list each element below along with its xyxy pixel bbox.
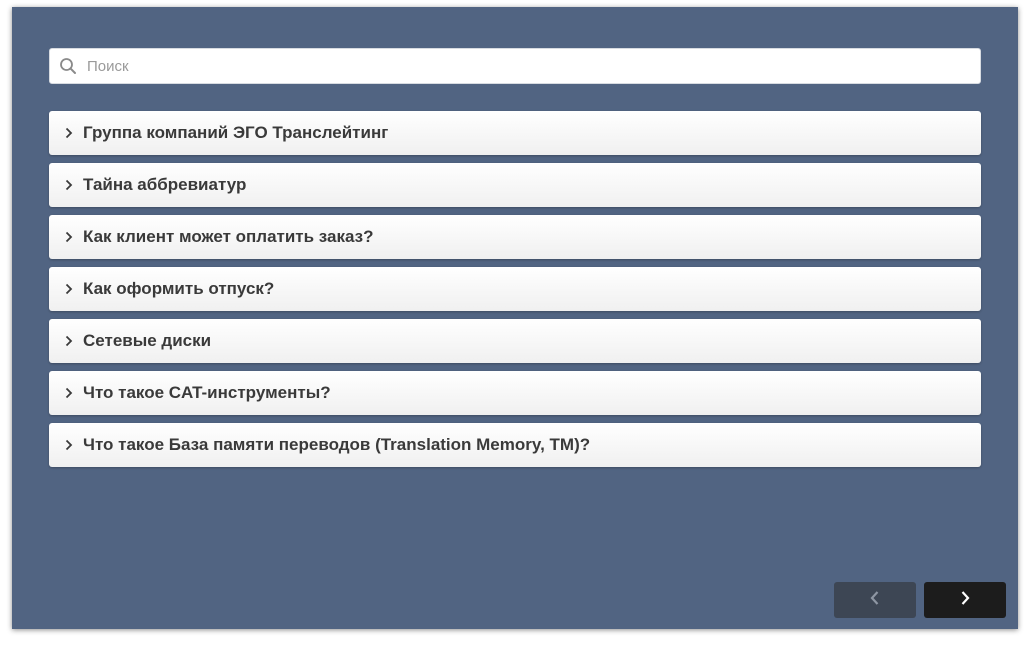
faq-item-label: Как оформить отпуск? [83,279,275,298]
chevron-right-icon [62,178,76,192]
faq-item[interactable]: Как клиент может оплатить заказ? [49,215,981,259]
faq-item-label: Группа компаний ЭГО Транслейтинг [83,123,389,142]
faq-item[interactable]: Что такое База памяти переводов (Transla… [49,423,981,467]
prev-button[interactable] [834,582,916,618]
faq-item[interactable]: Тайна аббревиатур [49,163,981,207]
chevron-right-icon [62,282,76,296]
faq-item-label: Сетевые диски [83,331,212,350]
faq-item[interactable]: Что такое CAT-инструменты? [49,371,981,415]
faq-item[interactable]: Как оформить отпуск? [49,267,981,311]
faq-item-label: Как клиент может оплатить заказ? [83,227,374,246]
chevron-right-icon [959,590,971,611]
chevron-left-icon [869,590,881,611]
search-box[interactable] [49,48,981,84]
chevron-right-icon [62,438,76,452]
faq-item-label: Что такое CAT-инструменты? [83,383,331,402]
next-button[interactable] [924,582,1006,618]
chevron-right-icon [62,334,76,348]
search-icon [58,56,78,76]
faq-item[interactable]: Сетевые диски [49,319,981,363]
chevron-right-icon [62,386,76,400]
chevron-right-icon [62,230,76,244]
chevron-right-icon [62,126,76,140]
faq-item-label: Что такое База памяти переводов (Transla… [83,435,591,454]
faq-item[interactable]: Группа компаний ЭГО Транслейтинг [49,111,981,155]
slide-frame: Группа компаний ЭГО Транслейтинг Тайна а… [12,7,1018,629]
search-input[interactable] [85,48,980,84]
faq-list: Группа компаний ЭГО Транслейтинг Тайна а… [49,111,981,475]
faq-item-label: Тайна аббревиатур [83,175,247,194]
